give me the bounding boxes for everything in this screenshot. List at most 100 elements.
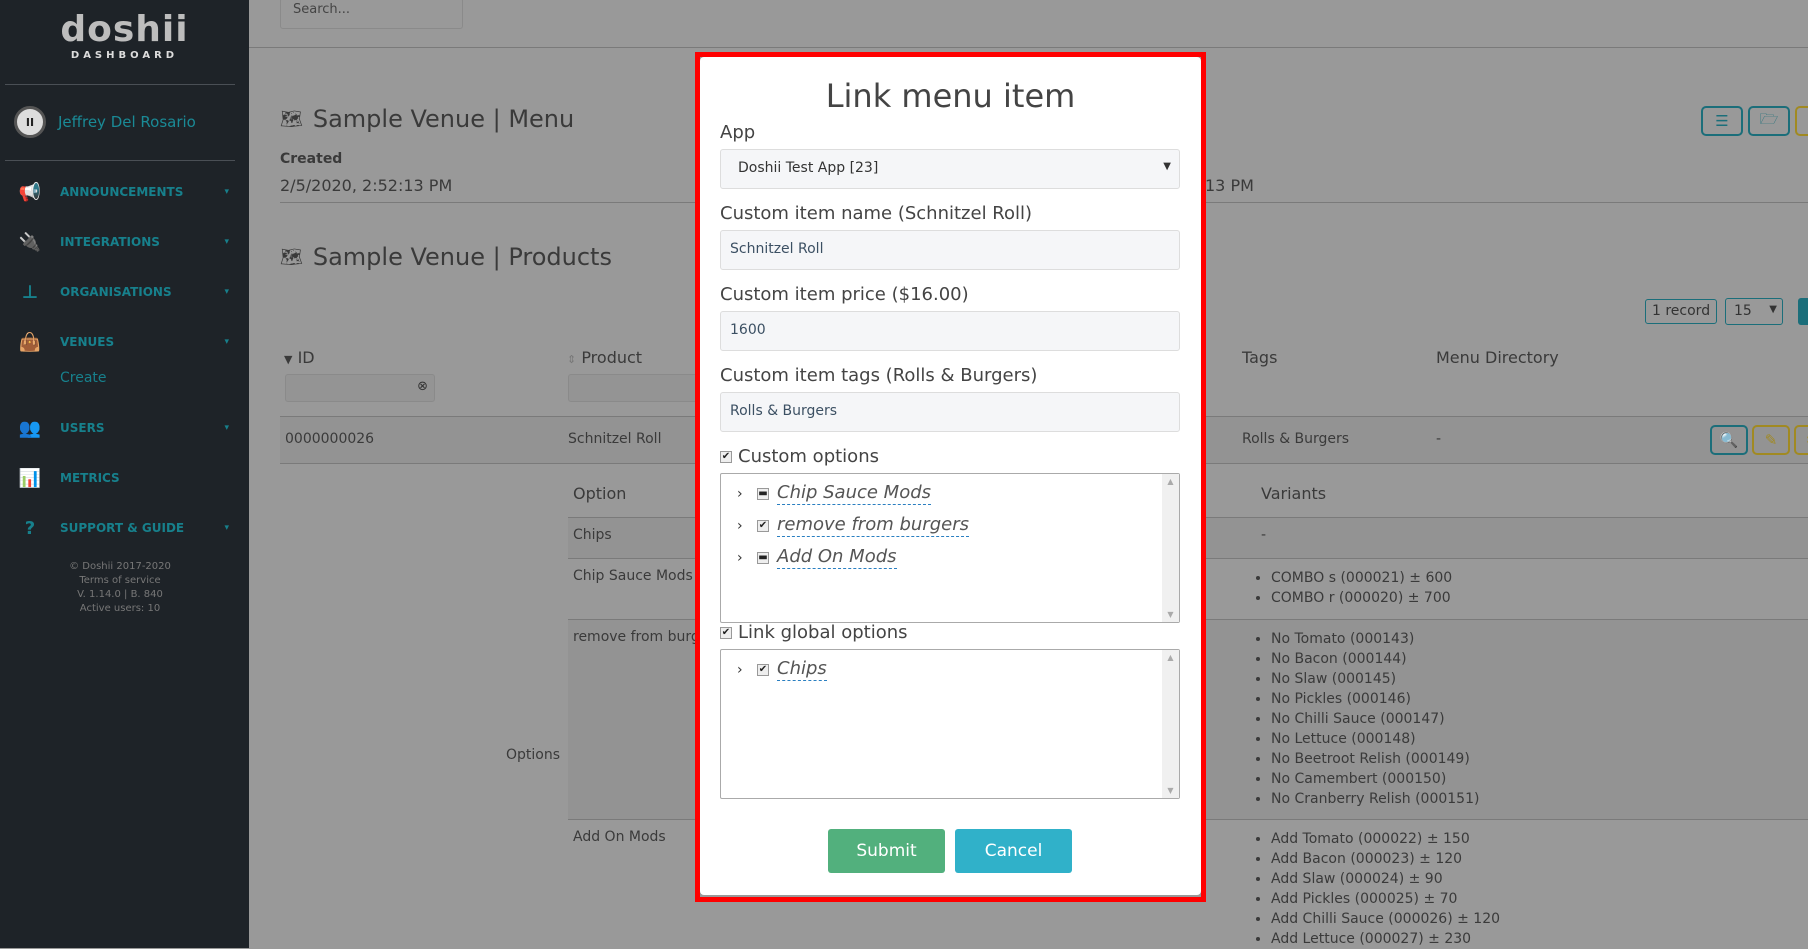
global-options-tree[interactable]: › ✔ Chips ▲ ▼	[720, 649, 1180, 799]
clear-icon[interactable]: ⊗	[417, 379, 428, 394]
sidebar-item-users[interactable]: 👥 USERS ▾	[14, 416, 229, 440]
chevron-right-icon[interactable]: ›	[737, 518, 749, 534]
cancel-button[interactable]: Cancel	[955, 829, 1072, 873]
unlink-button[interactable]: ✂	[1794, 425, 1808, 455]
variant-list: No Tomato (000143)No Bacon (000144)No Sl…	[1253, 629, 1479, 809]
edit-button[interactable]: ✎	[1752, 425, 1790, 455]
search-input[interactable]: Search...	[280, 0, 463, 29]
terms-link[interactable]: Terms of service	[0, 574, 240, 588]
option-name: Chip Sauce Mods	[573, 568, 693, 584]
page-size-select[interactable]: 15 ▼	[1725, 298, 1783, 325]
custom-tags-input[interactable]: Rolls & Burgers	[720, 392, 1180, 432]
sidebar-item-label: METRICS	[60, 471, 120, 485]
variant-item: Add Lettuce (000027) ± 230	[1271, 929, 1500, 949]
user-profile[interactable]: II Jeffrey Del Rosario	[14, 106, 196, 138]
variant-item: Add Bacon (000023) ± 120	[1271, 849, 1500, 869]
chevron-right-icon[interactable]: ›	[737, 550, 749, 566]
page-size-value: 15	[1734, 303, 1752, 319]
bar-chart-icon: 📊	[18, 467, 42, 489]
megaphone-icon: 📢	[18, 181, 42, 203]
variant-item: No Slaw (000145)	[1271, 669, 1479, 689]
checkbox-checked[interactable]: ✔	[757, 519, 769, 532]
custom-name-input[interactable]: Schnitzel Roll	[720, 230, 1180, 270]
tree-item-label[interactable]: Chip Sauce Mods	[777, 482, 932, 505]
scrollbar[interactable]: ▲ ▼	[1162, 650, 1179, 798]
view-button[interactable]: 🔍	[1710, 425, 1748, 455]
tree-item[interactable]: › ▬ Add On Mods	[737, 546, 897, 569]
chevron-right-icon[interactable]: ›	[737, 662, 749, 678]
list-button[interactable]: ☰	[1701, 106, 1743, 136]
app-select[interactable]: Doshii Test App [23] ▼	[720, 149, 1180, 189]
updated-value: 13 PM	[1205, 176, 1254, 195]
sidebar-item-support-guide[interactable]: ? SUPPORT & GUIDE ▾	[14, 516, 229, 540]
variant-item: No Pickles (000146)	[1271, 689, 1479, 709]
users-icon: 👥	[18, 417, 42, 439]
custom-options-checkbox[interactable]: ✔	[720, 450, 732, 463]
tree-item-label[interactable]: Chips	[777, 658, 827, 681]
pagination-button[interactable]	[1798, 298, 1808, 325]
edit-menu-button[interactable]: ✎	[1795, 106, 1808, 136]
custom-tags-label: Custom item tags (Rolls & Burgers)	[720, 365, 1038, 386]
sidebar-item-label: USERS	[60, 421, 105, 435]
tree-item-label[interactable]: remove from burgers	[777, 514, 969, 537]
sidebar-item-integrations[interactable]: 🔌 INTEGRATIONS ▾	[14, 230, 229, 254]
created-label: Created	[280, 151, 343, 167]
tree-item[interactable]: › ✔ remove from burgers	[737, 514, 969, 537]
caret-down-icon: ▾	[224, 337, 229, 347]
custom-options-tree[interactable]: › ▬ Chip Sauce Mods › ✔ remove from burg…	[720, 473, 1180, 623]
options-label: Options	[506, 747, 561, 763]
id-filter-input[interactable]: ⊗	[285, 374, 435, 402]
variant-item: Add Tomato (000022) ± 150	[1271, 829, 1500, 849]
checkbox-checked[interactable]: ✔	[757, 663, 769, 676]
variant-empty: -	[1261, 527, 1267, 543]
row-product: Schnitzel Roll	[568, 431, 662, 447]
menu-heading: 🗺 Sample Venue | Menu	[280, 105, 574, 133]
options-header-option: Option	[573, 484, 627, 503]
doshii-logo[interactable]: doshii DASHBOARD	[0, 10, 249, 62]
folder-button[interactable]: 🗁	[1748, 106, 1790, 136]
global-options-checkbox[interactable]: ✔	[720, 626, 732, 639]
checkbox-partial[interactable]: ▬	[757, 487, 769, 500]
sidebar-item-label: VENUES	[60, 335, 115, 349]
global-options-toggle[interactable]: ✔ Link global options	[720, 622, 908, 643]
plug-icon: 🔌	[18, 231, 42, 253]
checkbox-partial[interactable]: ▬	[757, 551, 769, 564]
submit-button[interactable]: Submit	[828, 829, 945, 873]
row-id: 0000000026	[285, 431, 375, 447]
app-label: App	[720, 122, 756, 143]
variant-item: No Camembert (000150)	[1271, 769, 1479, 789]
tree-item[interactable]: › ▬ Chip Sauce Mods	[737, 482, 932, 505]
caret-down-icon: ▾	[224, 523, 229, 533]
custom-price-input[interactable]: 1600	[720, 311, 1180, 351]
divider	[5, 160, 235, 161]
tree-item[interactable]: › ✔ Chips	[737, 658, 827, 681]
custom-options-toggle[interactable]: ✔ Custom options	[720, 446, 879, 467]
tree-item-label[interactable]: Add On Mods	[777, 546, 897, 569]
caret-down-icon: ▾	[224, 187, 229, 197]
column-header-product[interactable]: ⇕ Product	[567, 348, 642, 367]
product-filter-input[interactable]	[568, 374, 708, 402]
user-name[interactable]: Jeffrey Del Rosario	[58, 113, 196, 131]
sidebar-item-metrics[interactable]: 📊 METRICS	[14, 466, 229, 490]
link-menu-item-modal: Link menu item App Doshii Test App [23] ▼…	[700, 57, 1201, 895]
copyright: © Doshii 2017-2020	[69, 561, 171, 572]
sort-desc-icon: ▼	[284, 353, 293, 366]
search-icon: 🔍	[1719, 431, 1739, 449]
sidebar-subitem-create[interactable]: Create	[60, 370, 107, 386]
column-header-id[interactable]: ▼ ID	[284, 348, 315, 367]
sidebar-item-announcements[interactable]: 📢 ANNOUNCEMENTS ▾	[14, 180, 229, 204]
column-header-tags[interactable]: Tags	[1242, 348, 1277, 367]
column-header-menu-directory[interactable]: Menu Directory	[1436, 348, 1559, 367]
products-title: Sample Venue | Products	[312, 243, 612, 271]
variant-item: No Bacon (000144)	[1271, 649, 1479, 669]
app-select-value: Doshii Test App [23]	[738, 160, 879, 176]
scrollbar[interactable]: ▲ ▼	[1162, 474, 1179, 622]
chevron-right-icon[interactable]: ›	[737, 486, 749, 502]
map-icon: 🗺	[280, 108, 303, 130]
sidebar-item-label: ORGANISATIONS	[60, 285, 172, 299]
active-users: Active users: 10	[79, 603, 161, 614]
options-header-variants: Variants	[1261, 484, 1327, 503]
sidebar-item-venues[interactable]: 👜 VENUES ▾	[14, 330, 229, 354]
sidebar-item-organisations[interactable]: ⊥ ORGANISATIONS ▾	[14, 280, 229, 304]
sort-icon: ⇕	[567, 353, 577, 366]
